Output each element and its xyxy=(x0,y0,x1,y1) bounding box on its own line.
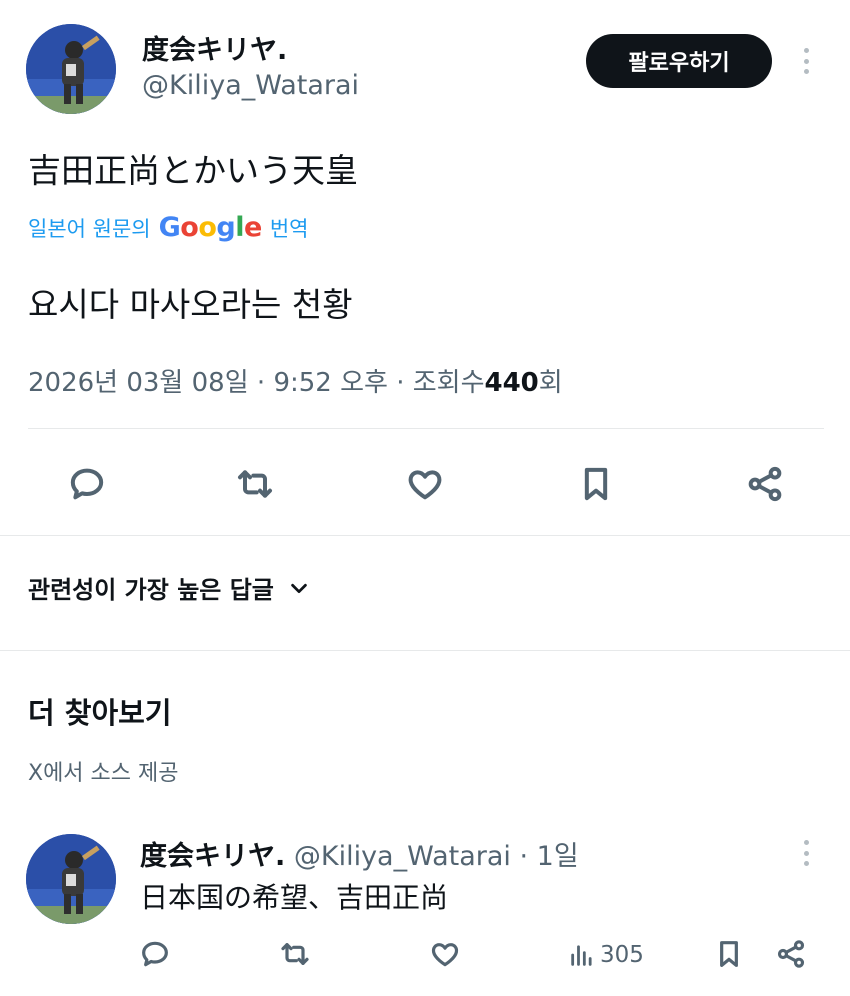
avatar[interactable] xyxy=(26,24,116,114)
more-options-icon[interactable] xyxy=(803,48,809,74)
views-label: 조회수 xyxy=(412,368,485,398)
meta-separator: · xyxy=(256,368,266,398)
tweet-time[interactable]: 9:52 오후 xyxy=(273,368,388,398)
views-count: 440 xyxy=(484,368,539,398)
meta-separator: · xyxy=(519,841,529,872)
avatar-image xyxy=(26,834,116,924)
retweet-icon[interactable] xyxy=(232,461,278,507)
follow-button[interactable]: 팔로우하기 xyxy=(586,34,772,88)
google-logo: Google xyxy=(158,212,263,243)
section-subtitle: X에서 소스 제공 xyxy=(28,761,179,786)
translate-suffix: 번역 xyxy=(269,216,309,241)
chevron-down-icon xyxy=(288,577,310,599)
views-icon xyxy=(568,941,596,969)
tweet-date[interactable]: 2026년 03월 08일 xyxy=(28,368,249,398)
meta-separator: · xyxy=(396,368,405,398)
more-options-icon[interactable] xyxy=(803,840,809,866)
reply-sort-dropdown[interactable]: 관련성이 가장 높은 답글 xyxy=(28,570,310,605)
views-button[interactable]: 305 xyxy=(568,938,644,972)
tweet-age[interactable]: 1일 xyxy=(537,841,579,872)
author-name[interactable]: 度会キリヤ. xyxy=(142,28,287,67)
tweet-meta: 2026년 03월 08일 · 9:52 오후 · 조회수440회 xyxy=(28,362,563,399)
like-icon[interactable] xyxy=(402,461,448,507)
views-suffix: 회 xyxy=(538,368,563,398)
author-name[interactable]: 度会キリヤ. xyxy=(140,841,285,872)
avatar[interactable] xyxy=(26,834,116,924)
views-count: 305 xyxy=(600,942,644,968)
like-icon[interactable] xyxy=(427,936,463,972)
share-icon[interactable] xyxy=(773,936,809,972)
bookmark-icon[interactable] xyxy=(573,461,619,507)
translated-text: 요시다 마사오라는 천황 xyxy=(28,285,353,324)
divider xyxy=(0,650,850,651)
reply-sort-label: 관련성이 가장 높은 답글 xyxy=(28,576,274,604)
divider xyxy=(28,428,824,429)
related-tweet-text: 日本国の希望、吉田正尚 xyxy=(140,881,449,914)
translate-link[interactable]: 일본어 원문의 Google 번역 xyxy=(28,212,308,243)
section-title: 더 찾아보기 xyxy=(28,696,172,730)
tweet-text: 吉田正尚とかいう天皇 xyxy=(28,151,358,190)
author-handle[interactable]: @Kiliya_Watarai xyxy=(142,70,359,101)
divider xyxy=(0,535,850,536)
translate-prefix: 일본어 원문의 xyxy=(28,216,151,241)
retweet-icon[interactable] xyxy=(277,936,313,972)
reply-icon[interactable] xyxy=(137,936,173,972)
related-tweet-header: 度会キリヤ. @Kiliya_Watarai · 1일 xyxy=(140,834,579,873)
avatar-image xyxy=(26,24,116,114)
reply-icon[interactable] xyxy=(64,461,110,507)
share-icon[interactable] xyxy=(742,461,788,507)
bookmark-icon[interactable] xyxy=(711,936,747,972)
author-handle[interactable]: @Kiliya_Watarai xyxy=(294,841,511,872)
